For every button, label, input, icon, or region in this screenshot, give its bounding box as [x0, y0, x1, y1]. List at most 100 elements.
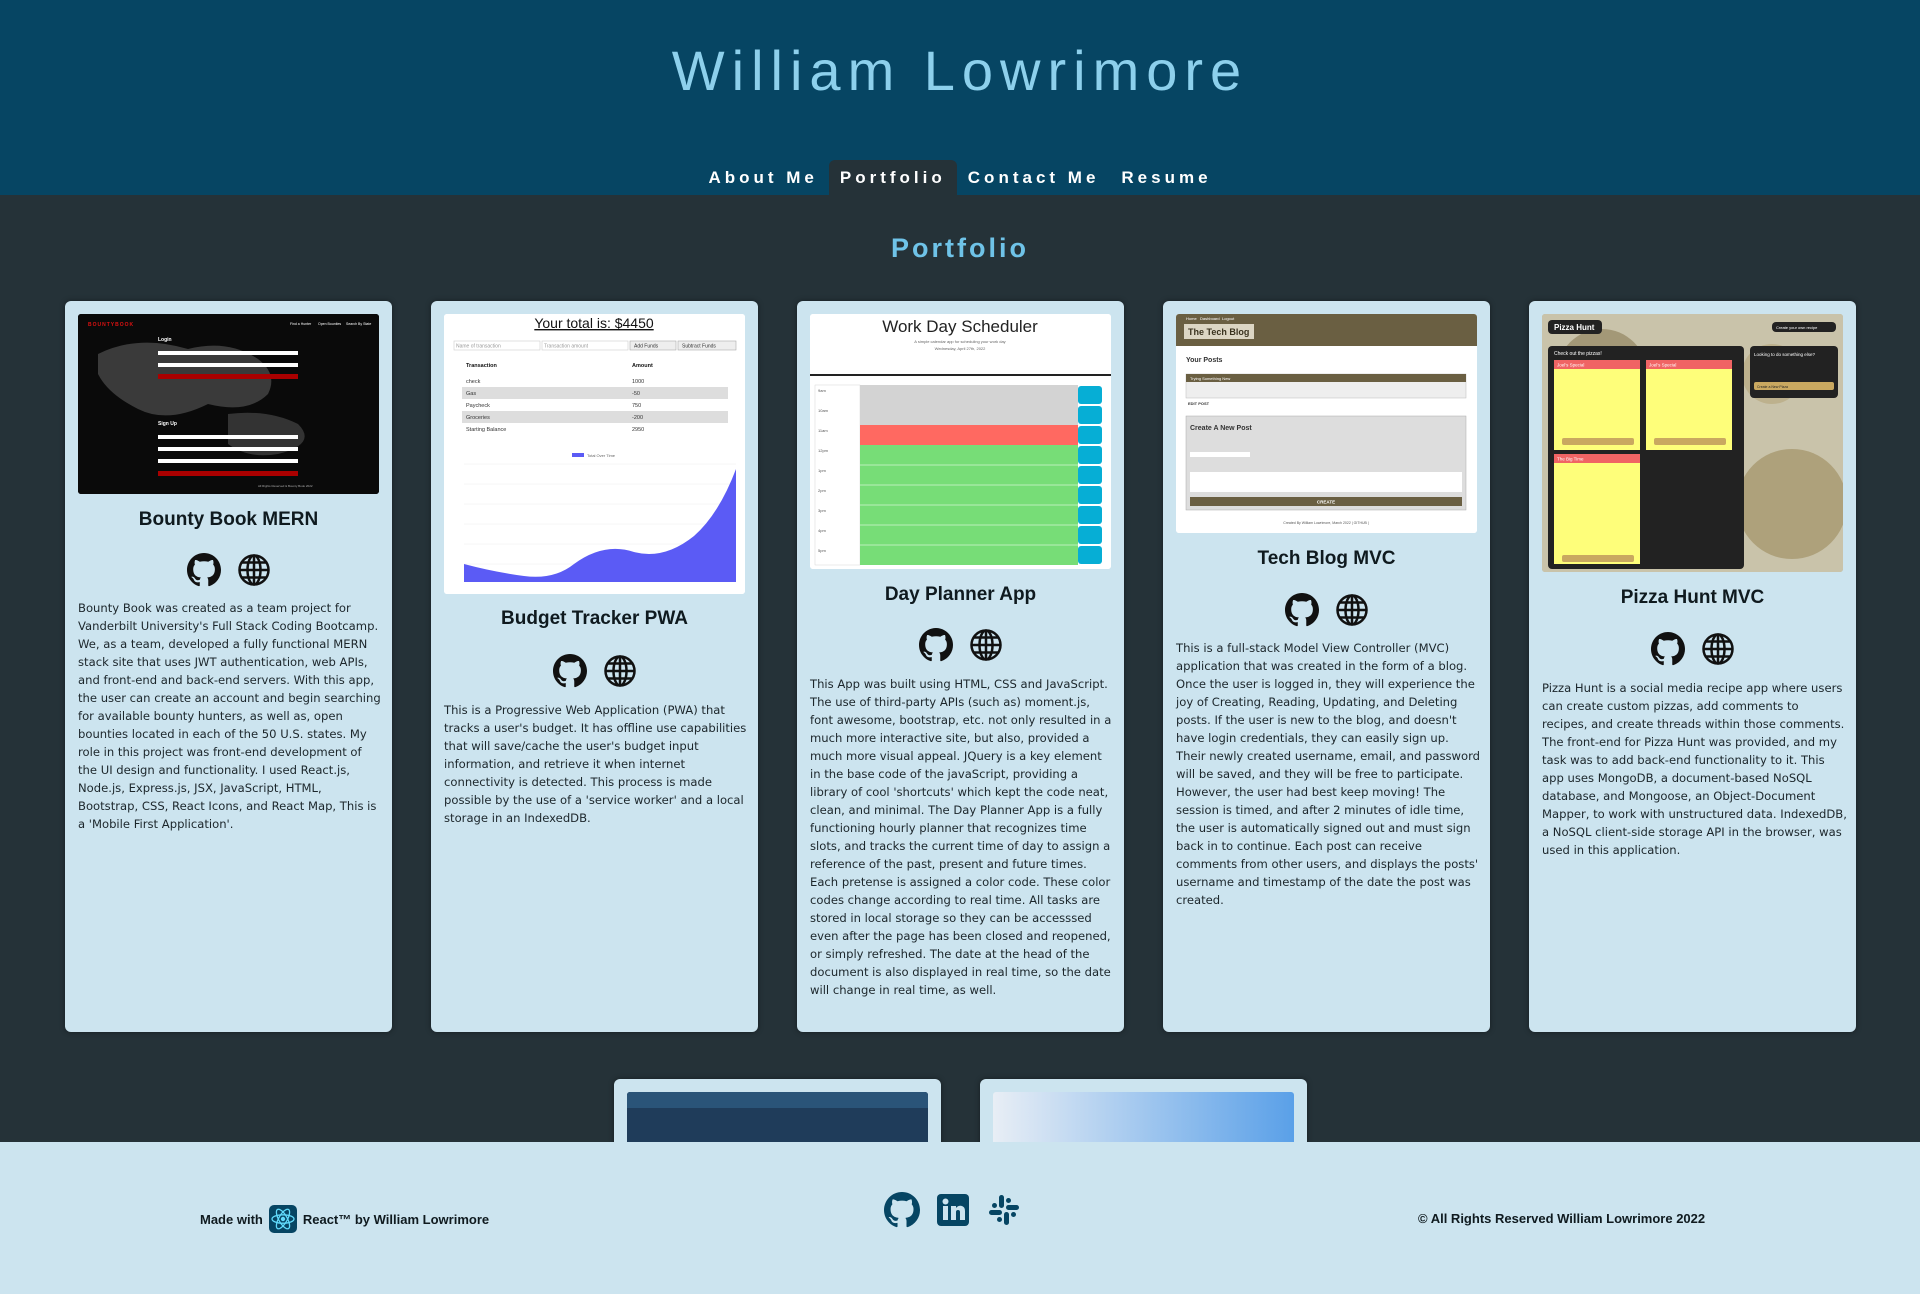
- social-links: [884, 1192, 1022, 1228]
- svg-text:The Big Time: The Big Time: [1557, 457, 1584, 462]
- bt-add: Add Funds: [634, 344, 659, 350]
- pizza-hunt-preview: Pizza Hunt Create your own recipe Check …: [1542, 314, 1843, 572]
- svg-text:Logout: Logout: [1222, 316, 1235, 321]
- bt-total: Your total is: $4450: [534, 315, 654, 331]
- ph-looking: Looking to do something else?: [1754, 352, 1816, 357]
- svg-text:4pm: 4pm: [818, 528, 826, 533]
- project-screenshot[interactable]: [993, 1092, 1294, 1142]
- project-card-tech-blog: Home Dashboard Logout The Tech Blog Your…: [1163, 301, 1490, 1032]
- svg-text:Joel's Special: Joel's Special: [1649, 363, 1676, 368]
- project-card-day-planner: Work Day Scheduler A simple calendar app…: [797, 301, 1124, 1032]
- site-footer: Made with React™ by William Lowrimore © …: [0, 1142, 1920, 1294]
- bb-brand: BOUNTYBOOK: [88, 322, 134, 328]
- globe-icon[interactable]: [1701, 632, 1735, 666]
- tb-your-posts: Your Posts: [1186, 357, 1223, 364]
- project-title: Bounty Book MERN: [138, 509, 319, 530]
- svg-text:Paycheck: Paycheck: [466, 403, 490, 409]
- project-description: Bounty Book was created as a team projec…: [78, 601, 381, 831]
- dp-date: Wednesday, April 27th, 2022: [935, 346, 987, 351]
- project-title: Pizza Hunt MVC: [1620, 587, 1765, 608]
- project-title: Tech Blog MVC: [1257, 548, 1396, 569]
- project-links: [797, 628, 1124, 662]
- dp-subtitle: A simple calendar app for scheduling you…: [914, 339, 1005, 344]
- project-links: [1163, 593, 1490, 627]
- ph-brand: Pizza Hunt: [1554, 323, 1595, 332]
- svg-text:Gas: Gas: [466, 391, 476, 397]
- svg-text:3pm: 3pm: [818, 508, 826, 513]
- project-description: This is a Progressive Web Application (P…: [444, 703, 747, 825]
- tb-edit-post: EDIT POST: [1188, 401, 1210, 406]
- svg-text:9am: 9am: [818, 388, 826, 393]
- svg-text:1pm: 1pm: [818, 468, 826, 473]
- made-with-text: Made with: [200, 1211, 263, 1227]
- svg-text:-50: -50: [632, 391, 640, 397]
- project-screenshot[interactable]: Pizza Hunt Create your own recipe Check …: [1542, 314, 1843, 572]
- nav-contact-me[interactable]: Contact Me: [957, 160, 1111, 195]
- nav-resume-label: Resume: [1121, 167, 1212, 187]
- github-icon[interactable]: [1284, 593, 1319, 627]
- dp-rows: 9am 10am 11am 12pm 1pm 2pm 3pm 4pm 5pm: [814, 384, 1102, 566]
- tb-brand: The Tech Blog: [1188, 327, 1249, 337]
- linkedin-icon[interactable]: [935, 1192, 971, 1228]
- project-screenshot[interactable]: Your total is: $4450 Name of transaction…: [444, 314, 745, 594]
- main-nav: About Me Portfolio Contact Me Resume: [0, 160, 1920, 195]
- svg-text:Amount: Amount: [632, 363, 653, 369]
- budget-tracker-preview: Your total is: $4450 Name of transaction…: [444, 314, 745, 594]
- globe-icon[interactable]: [1335, 593, 1369, 627]
- project-title: Budget Tracker PWA: [501, 608, 688, 629]
- github-icon[interactable]: [918, 628, 953, 662]
- project-links: [431, 654, 758, 688]
- tb-create: CREATE: [1317, 500, 1335, 505]
- github-icon[interactable]: [884, 1192, 920, 1228]
- bt-amount-ph: Transaction amount: [544, 344, 589, 350]
- nav-portfolio-label: Portfolio: [839, 167, 946, 187]
- project-screenshot[interactable]: Home Dashboard Logout The Tech Blog Your…: [1176, 314, 1477, 533]
- project-links: [1529, 632, 1856, 666]
- svg-text:Starting Balance: Starting Balance: [466, 427, 506, 433]
- tb-footer: Created By William Lowrimore, March 2022…: [1283, 521, 1369, 525]
- bt-legend: Total Over Time: [587, 453, 616, 458]
- nav-about-me[interactable]: About Me: [697, 160, 828, 195]
- svg-text:11am: 11am: [818, 428, 828, 433]
- bb-nav-1: Find a Hunter: [290, 322, 312, 326]
- nav-portfolio[interactable]: Portfolio: [828, 160, 957, 195]
- project-screenshot[interactable]: [627, 1092, 928, 1142]
- project-card-partial: [614, 1079, 941, 1142]
- portfolio-title: Portfolio: [891, 233, 1029, 263]
- nav-about-me-label: About Me: [708, 167, 818, 187]
- bb-login: Login: [158, 337, 172, 343]
- github-icon[interactable]: [186, 553, 221, 587]
- made-with: Made with React™ by William Lowrimore: [200, 1205, 489, 1233]
- svg-text:-200: -200: [632, 415, 643, 421]
- project-card-pizza-hunt: Pizza Hunt Create your own recipe Check …: [1529, 301, 1856, 1032]
- svg-text:1000: 1000: [632, 379, 644, 385]
- svg-text:5pm: 5pm: [818, 548, 826, 553]
- bt-subtract: Subtract Funds: [682, 344, 716, 350]
- nav-contact-me-label: Contact Me: [967, 167, 1100, 187]
- project-title: Day Planner App: [884, 584, 1037, 605]
- copyright: © All Rights Reserved William Lowrimore …: [1418, 1211, 1706, 1226]
- bounty-book-preview: BOUNTYBOOK Find a Hunter Open Bounties S…: [78, 314, 379, 494]
- horiseon-preview: [627, 1092, 928, 1142]
- site-header: William Lowrimore About Me Portfolio Con…: [0, 0, 1920, 195]
- project-screenshot[interactable]: Work Day Scheduler A simple calendar app…: [810, 314, 1111, 569]
- slack-icon[interactable]: [986, 1192, 1022, 1228]
- nav-resume[interactable]: Resume: [1110, 160, 1222, 195]
- globe-icon[interactable]: [969, 628, 1003, 662]
- github-icon[interactable]: [1650, 632, 1685, 666]
- svg-text:check: check: [466, 379, 481, 385]
- bb-footer: All Rights Reserved & Bounty Book 2022: [258, 484, 313, 488]
- bb-signup: Sign Up: [158, 421, 177, 427]
- react-icon: [268, 1205, 297, 1233]
- github-icon[interactable]: [552, 654, 587, 688]
- globe-icon[interactable]: [237, 553, 271, 587]
- svg-text:2pm: 2pm: [818, 488, 826, 493]
- ph-check-out: Check out the pizzas!: [1554, 351, 1602, 357]
- globe-icon[interactable]: [603, 654, 637, 688]
- project-screenshot[interactable]: BOUNTYBOOK Find a Hunter Open Bounties S…: [78, 314, 379, 494]
- tech-blog-preview: Home Dashboard Logout The Tech Blog Your…: [1176, 314, 1477, 533]
- site-title: William Lowrimore: [671, 39, 1249, 102]
- tb-post-title: Trying Something New: [1190, 376, 1230, 381]
- svg-text:Home: Home: [1186, 316, 1197, 321]
- svg-text:2950: 2950: [632, 427, 644, 433]
